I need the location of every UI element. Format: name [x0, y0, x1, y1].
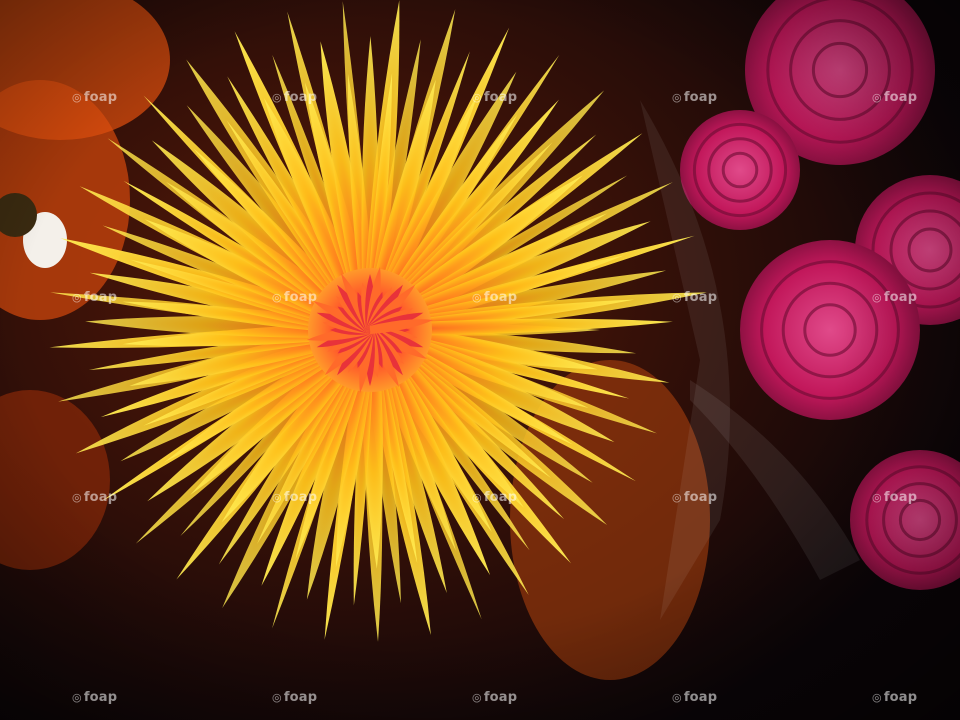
rose-bloom: [740, 240, 920, 420]
rose-bloom: [680, 110, 800, 230]
photo-canvas: foapfoapfoapfoapfoapfoapfoapfoapfoapfoap…: [0, 0, 960, 720]
flower-photo: [0, 0, 960, 720]
